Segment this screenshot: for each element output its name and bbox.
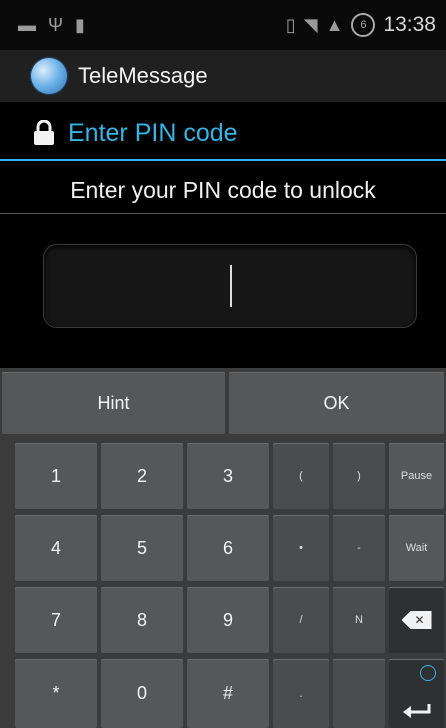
key-close-paren[interactable]: )	[333, 443, 385, 509]
key-9[interactable]: 9	[187, 587, 269, 653]
key-2[interactable]: 2	[101, 443, 183, 509]
text-cursor	[230, 265, 232, 307]
key-7[interactable]: 7	[15, 587, 97, 653]
sd-card-icon: ▮	[75, 15, 85, 35]
status-bar-right: ▯ ◥ ▲ 6 13:38	[286, 13, 446, 37]
app-bar: TeleMessage	[0, 50, 446, 102]
key-0[interactable]: 0	[101, 659, 183, 728]
app-title: TeleMessage	[78, 63, 208, 88]
enter-button[interactable]	[389, 659, 444, 728]
key-dash[interactable]: -	[333, 515, 385, 581]
key-pause[interactable]: Pause	[389, 443, 444, 509]
notification-icon: 6	[351, 13, 376, 37]
backspace-button[interactable]: ✕	[389, 587, 444, 653]
dialog-title: Enter PIN code	[68, 118, 238, 147]
hint-button[interactable]: Hint	[2, 372, 225, 434]
lock-icon	[32, 119, 56, 146]
prompt-divider	[0, 213, 446, 214]
key-5[interactable]: 5	[101, 515, 183, 581]
status-bar-left: ▬ Ψ ▮	[0, 16, 85, 34]
telemessage-logo	[30, 57, 68, 95]
key-4[interactable]: 4	[15, 515, 97, 581]
ok-button[interactable]: OK	[229, 372, 444, 434]
signal-icon: ▲	[325, 15, 344, 35]
key-hash[interactable]: #	[187, 659, 269, 728]
key-6[interactable]: 6	[187, 515, 269, 581]
backspace-icon: ✕	[401, 611, 432, 629]
key-8[interactable]: 8	[101, 587, 183, 653]
usb-icon: Ψ	[48, 15, 64, 35]
clock: 13:38	[383, 13, 436, 36]
key-3[interactable]: 3	[187, 443, 269, 509]
vibrate-icon: ▯	[285, 15, 296, 35]
smiley-icon	[420, 665, 436, 681]
key-open-paren[interactable]: (	[273, 443, 329, 509]
title-divider	[0, 159, 446, 161]
enter-icon	[403, 704, 431, 718]
key-1[interactable]: 1	[15, 443, 97, 509]
dash-icon: ▬	[18, 15, 36, 35]
key-wait[interactable]: Wait	[389, 515, 444, 581]
key-n[interactable]: N	[333, 587, 385, 653]
pin-input[interactable]	[43, 244, 417, 328]
key-star[interactable]: *	[15, 659, 97, 728]
key-period[interactable]: .	[273, 659, 329, 728]
unlock-prompt: Enter your PIN code to unlock	[70, 177, 376, 203]
wifi-icon: ◥	[303, 15, 318, 35]
dialog-header: Enter PIN code	[0, 110, 446, 156]
key-blank[interactable]	[333, 659, 385, 728]
key-bullet[interactable]: •	[273, 515, 329, 581]
status-bar: ▬ Ψ ▮ ▯ ◥ ▲ 6 13:38	[0, 0, 446, 50]
pin-keypad: Hint OK 1 2 3 ( ) Pause 4 5 6 • - Wait 7…	[0, 368, 446, 728]
key-slash[interactable]: /	[273, 587, 329, 653]
